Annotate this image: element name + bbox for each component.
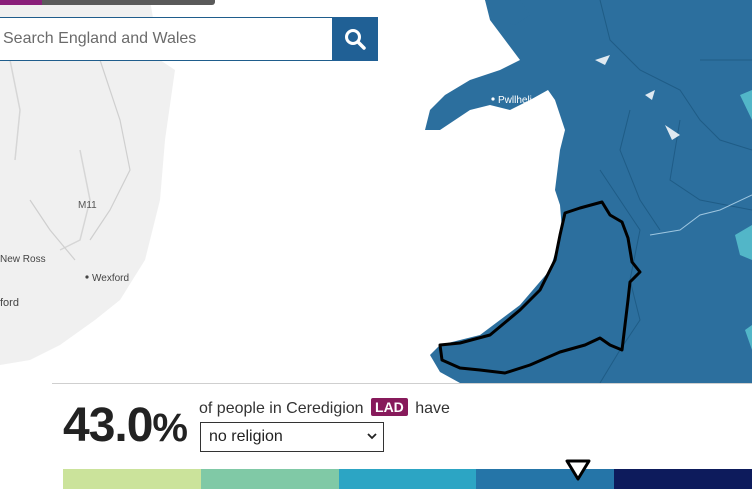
- legend-segment: [614, 469, 752, 489]
- label-m11: M11: [78, 200, 97, 211]
- pwllheli-dot: [491, 97, 495, 101]
- percentage-value: 43.0%: [63, 398, 188, 453]
- triangle-down-icon: [565, 459, 591, 481]
- label-ford: ford: [0, 297, 19, 309]
- label-new-ross: New Ross: [0, 254, 46, 265]
- top-bar-accent: [0, 0, 42, 5]
- legend-segment: [200, 469, 339, 489]
- percentage-unit: %: [152, 406, 188, 450]
- label-pwllheli: Pwllheli: [498, 95, 532, 106]
- legend-segment: [338, 469, 477, 489]
- info-panel: 43.0% of people in Ceredigion LAD have n…: [52, 383, 752, 501]
- percentage-number: 43.0: [63, 399, 153, 452]
- sentence-start: of people in Ceredigion: [199, 400, 364, 417]
- legend-bar: [63, 469, 752, 489]
- legend-segment: [476, 469, 615, 489]
- category-select[interactable]: no religion: [200, 422, 384, 452]
- search-input[interactable]: [0, 18, 333, 60]
- wexford-dot: [85, 275, 89, 279]
- search-icon: [345, 29, 366, 50]
- sentence-end: have: [415, 400, 450, 417]
- lad-badge: LAD: [371, 398, 408, 416]
- description-sentence: of people in Ceredigion LAD have: [199, 398, 450, 418]
- legend-segment: [63, 469, 201, 489]
- label-wexford: Wexford: [92, 273, 129, 284]
- top-bar: [0, 0, 215, 5]
- wales-land: [425, 0, 752, 383]
- search-button[interactable]: [332, 17, 378, 61]
- category-select-value: no religion: [209, 428, 283, 445]
- search-box: [0, 17, 378, 61]
- chevron-down-icon: [367, 433, 377, 440]
